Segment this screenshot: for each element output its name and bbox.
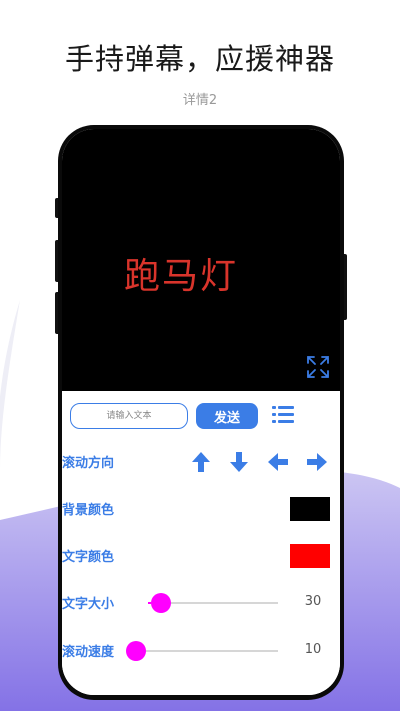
background-color-swatch[interactable]	[290, 497, 330, 521]
phone-frame: 跑马灯 发送 滚动方向	[58, 125, 344, 700]
phone-screen: 跑马灯 发送 滚动方向	[62, 129, 340, 695]
promo-headline: 手持弹幕，应援神器	[64, 42, 335, 76]
arrow-up-icon[interactable]	[190, 451, 212, 473]
text-color-label: 文字颜色	[62, 550, 115, 565]
scroll-speed-slider-thumb[interactable]	[126, 641, 146, 661]
marquee-display: 跑马灯	[62, 129, 340, 391]
promo-subhead: 详情2	[182, 93, 218, 108]
scroll-speed-value: 10	[304, 642, 322, 657]
scroll-speed-slider-track[interactable]	[136, 650, 278, 652]
list-icon[interactable]	[272, 405, 294, 425]
marquee-text: 跑马灯	[124, 256, 239, 297]
text-input[interactable]	[70, 403, 188, 429]
send-button[interactable]: 发送	[196, 403, 258, 429]
text-color-swatch[interactable]	[290, 544, 330, 568]
text-size-label: 文字大小	[62, 597, 115, 612]
fullscreen-expand-icon[interactable]	[306, 355, 330, 379]
arrow-left-icon[interactable]	[267, 451, 289, 473]
arrow-right-icon[interactable]	[306, 451, 328, 473]
text-size-slider-thumb[interactable]	[151, 593, 171, 613]
arrow-down-icon[interactable]	[228, 451, 250, 473]
background-color-label: 背景颜色	[62, 503, 115, 518]
direction-label: 滚动方向	[62, 456, 115, 471]
text-size-value: 30	[304, 594, 322, 609]
scroll-speed-label: 滚动速度	[62, 645, 115, 660]
control-panel: 发送 滚动方向 背景颜色 文字颜色 文字大小	[62, 391, 340, 695]
